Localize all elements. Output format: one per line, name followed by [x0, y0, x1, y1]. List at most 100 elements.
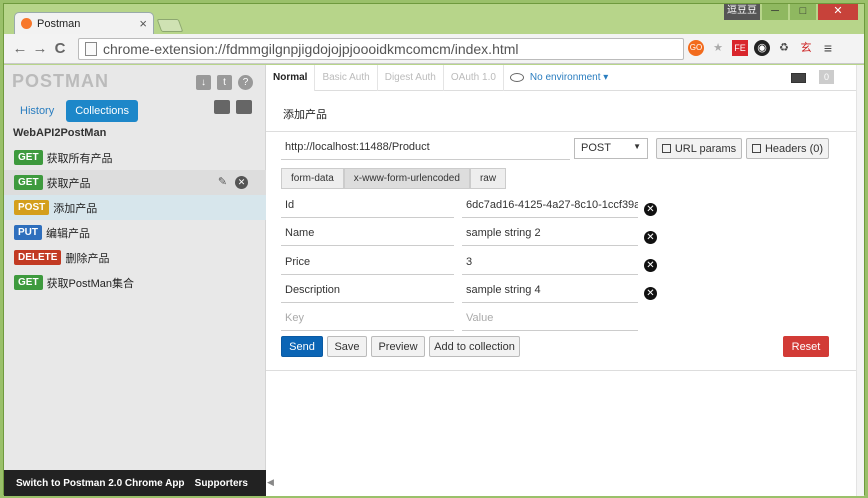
param-value-input[interactable]: 3 — [462, 250, 638, 275]
url-params-button[interactable]: URL params — [656, 138, 742, 159]
remove-param-icon[interactable]: ✕ — [644, 259, 657, 272]
help-icon[interactable]: ? — [238, 75, 253, 90]
extension-recycle-icon[interactable]: ♻ — [776, 40, 792, 56]
tab-digest-auth[interactable]: Digest Auth — [378, 65, 444, 91]
sidebar-request-item[interactable]: POST 添加产品 — [4, 195, 266, 220]
url-params-label: URL params — [674, 142, 737, 155]
maximize-button[interactable]: □ — [790, 4, 816, 20]
edit-icon[interactable]: ✎ — [216, 176, 229, 189]
url-input[interactable]: http://localhost:11488/Product — [281, 138, 570, 160]
param-value-input[interactable]: sample string 4 — [462, 278, 638, 303]
add-to-collection-button[interactable]: Add to collection — [429, 336, 520, 357]
extension-icons: GO ★ FE ◉ ♻ 玄 ≡ — [688, 40, 836, 56]
bookmark-star-icon[interactable]: ★ — [710, 40, 726, 56]
headers-button[interactable]: Headers (0) — [746, 138, 829, 159]
sidebar-top-icons: ↓ t ? — [196, 75, 253, 90]
new-param-value-input[interactable]: Value — [462, 306, 638, 331]
profile-user-badge[interactable]: 逗豆豆 — [724, 4, 760, 20]
new-collection-icon[interactable] — [214, 100, 230, 114]
forward-button[interactable]: → — [30, 40, 50, 57]
edit-check-icon — [751, 144, 761, 153]
sidebar-request-item[interactable]: DELETE 删除产品 — [4, 245, 266, 270]
tab-bar: Postman × 逗豆豆 ─ □ ✕ — [4, 4, 864, 34]
request-counter-badge: 0 — [819, 70, 834, 84]
address-url: chrome-extension://fdmmgilgnpjigdojojpjo… — [103, 41, 519, 57]
headers-label: Headers (0) — [764, 142, 824, 155]
extension-chinese-icon[interactable]: 玄 — [798, 40, 814, 56]
remove-param-icon[interactable]: ✕ — [644, 231, 657, 244]
send-button[interactable]: Send — [281, 336, 323, 357]
param-key-input[interactable]: Id — [281, 193, 454, 218]
switch-app-link[interactable]: Switch to Postman 2.0 Chrome App — [16, 478, 185, 489]
request-title: 添加产品 — [283, 109, 327, 121]
extension-fe-icon[interactable]: FE — [732, 40, 748, 56]
request-editor: Normal Basic Auth Digest Auth OAuth 1.0 … — [266, 65, 864, 496]
vertical-scrollbar[interactable] — [856, 65, 864, 496]
tab-basic-auth[interactable]: Basic Auth — [315, 65, 378, 91]
method-badge: GET — [14, 275, 43, 290]
chevron-down-icon: ▼ — [633, 142, 641, 151]
sidebar: POSTMAN ↓ t ? History Collections WebAPI… — [4, 65, 266, 496]
import-collection-icon[interactable] — [236, 100, 252, 114]
param-key-input[interactable]: Name — [281, 221, 454, 246]
eye-icon[interactable] — [509, 73, 524, 82]
tab-collections[interactable]: Collections — [66, 100, 139, 122]
param-value-input[interactable]: sample string 2 — [462, 221, 638, 246]
preview-button[interactable]: Preview — [371, 336, 425, 357]
browser-tab[interactable]: Postman × — [14, 12, 154, 34]
extension-go-icon[interactable]: GO — [688, 40, 704, 56]
param-key-input[interactable]: Description — [281, 278, 454, 303]
request-label: 删除产品 — [65, 252, 110, 265]
save-button[interactable]: Save — [327, 336, 367, 357]
tab-urlencoded[interactable]: x-www-form-urlencoded — [343, 168, 470, 189]
close-window-button[interactable]: ✕ — [818, 4, 858, 20]
tab-oauth[interactable]: OAuth 1.0 — [444, 65, 504, 91]
environment-select[interactable]: No environment ▾ — [530, 72, 608, 83]
divider — [266, 131, 864, 132]
tab-raw[interactable]: raw — [469, 168, 507, 189]
request-label: 获取所有产品 — [46, 152, 113, 165]
request-label: 编辑产品 — [46, 227, 90, 240]
param-key-input[interactable]: Price — [281, 250, 454, 275]
method-badge: PUT — [14, 225, 42, 240]
request-label: 添加产品 — [53, 202, 98, 215]
remove-param-icon[interactable]: ✕ — [644, 203, 657, 216]
sidebar-footer: Switch to Postman 2.0 Chrome App Support… — [4, 470, 266, 496]
sidebar-request-item[interactable]: GET 获取所有产品 — [4, 145, 266, 170]
new-param-key-input[interactable]: Key — [281, 306, 454, 331]
keyboard-icon[interactable] — [790, 73, 806, 83]
remove-param-icon[interactable]: ✕ — [644, 287, 657, 300]
reset-button[interactable]: Reset — [783, 336, 829, 357]
reload-button[interactable]: C — [50, 40, 70, 57]
twitter-icon[interactable]: t — [217, 75, 232, 90]
address-bar[interactable]: chrome-extension://fdmmgilgnpjigdojojpjo… — [78, 38, 684, 60]
supporters-link[interactable]: Supporters — [195, 478, 248, 489]
method-badge: POST — [14, 200, 50, 215]
chrome-menu-icon[interactable]: ≡ — [820, 40, 836, 56]
request-label: 获取PostMan集合 — [46, 277, 134, 290]
request-label: 获取产品 — [46, 177, 91, 190]
method-badge: GET — [14, 175, 43, 190]
tab-form-data[interactable]: form-data — [281, 168, 344, 189]
minimize-button[interactable]: ─ — [762, 4, 788, 20]
close-tab-icon[interactable]: × — [139, 16, 147, 31]
sidebar-request-item[interactable]: GET 获取PostMan集合 — [4, 270, 266, 295]
browser-tab-title: Postman — [37, 17, 81, 30]
extension-circle-icon[interactable]: ◉ — [754, 40, 770, 56]
tab-history[interactable]: History — [12, 100, 62, 122]
page-icon — [85, 42, 97, 56]
request-item-tools: ✎ ✕ — [216, 176, 248, 189]
delete-request-icon[interactable]: ✕ — [235, 176, 248, 189]
method-value: POST — [581, 142, 611, 154]
tab-normal[interactable]: Normal — [266, 65, 316, 91]
back-button[interactable]: ← — [10, 40, 30, 57]
new-tab-button[interactable] — [156, 19, 184, 32]
browser-toolbar: ← → C chrome-extension://fdmmgilgnpjigdo… — [4, 34, 864, 64]
collection-name[interactable]: WebAPI2PostMan — [13, 127, 106, 139]
method-select[interactable]: POST ▼ — [574, 138, 648, 159]
param-value-input[interactable]: 6dc7ad16-4125-4a27-8c10-1ccf39ac68 — [462, 193, 638, 218]
sidebar-request-item[interactable]: GET 获取产品 ✎ ✕ — [4, 170, 266, 195]
download-icon[interactable]: ↓ — [196, 75, 211, 90]
divider — [266, 370, 864, 371]
sidebar-request-item[interactable]: PUT 编辑产品 — [4, 220, 266, 245]
